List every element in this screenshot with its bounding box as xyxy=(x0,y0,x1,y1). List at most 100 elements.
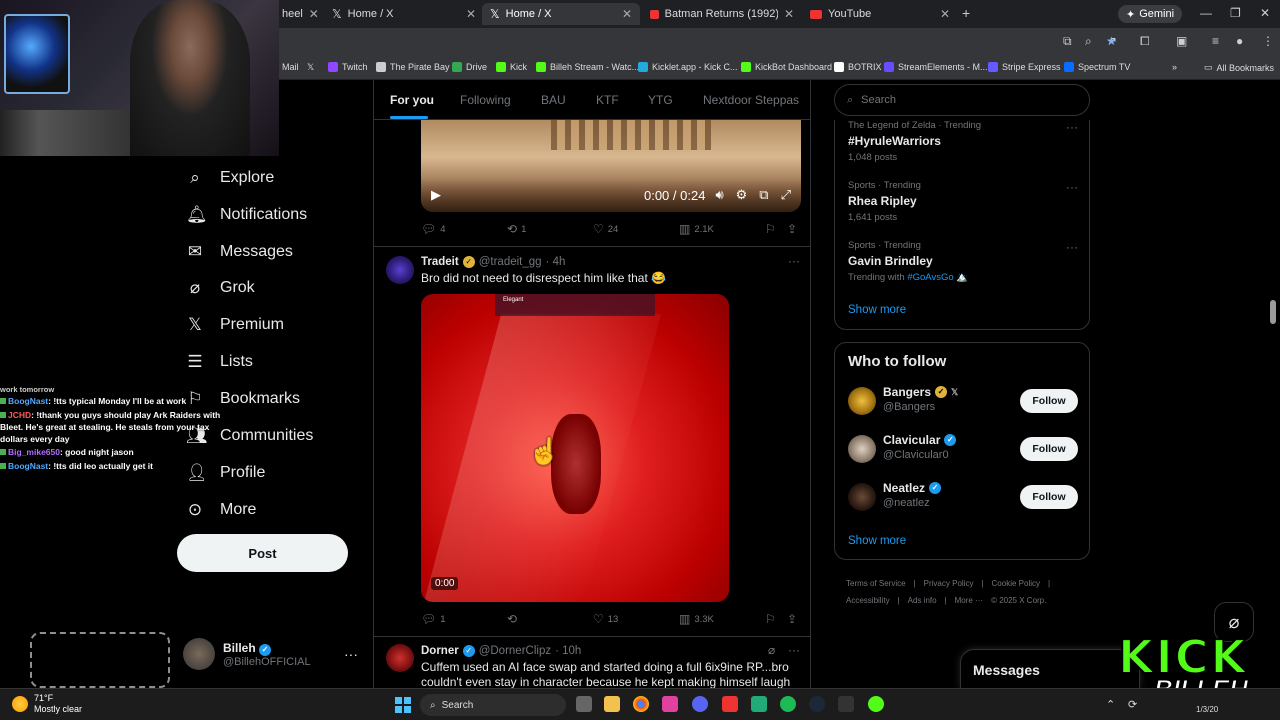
taskbar-search[interactable]: ⌕ Search xyxy=(420,694,566,716)
media-icon[interactable]: ≡ xyxy=(1212,34,1219,48)
trend-item[interactable]: Sports · Trending Gavin Brindley Trendin… xyxy=(848,240,1078,283)
sidepanel-icon[interactable]: ▣ xyxy=(1176,34,1187,48)
trend-item[interactable]: The Legend of Zelda · Trending #HyruleWa… xyxy=(848,120,1078,163)
browser-tab[interactable]: YouTube ✕ xyxy=(802,3,958,25)
close-icon[interactable]: ✕ xyxy=(466,7,476,21)
close-icon[interactable]: ✕ xyxy=(940,7,950,21)
bookmark-item[interactable]: KickBot Dashboard xyxy=(741,62,832,72)
browser-tab[interactable]: heel ✕ xyxy=(274,3,322,25)
bookmarks-overflow-icon[interactable]: » xyxy=(1172,62,1177,72)
reply-button[interactable]: 💬︎ 1 xyxy=(421,612,446,626)
messages-drawer[interactable]: Messages xyxy=(960,649,1140,689)
steam-icon[interactable] xyxy=(809,696,825,712)
minimize-icon[interactable]: — xyxy=(1200,6,1212,20)
more-icon[interactable]: ··· xyxy=(788,254,800,268)
star-icon[interactable]: ★ xyxy=(1106,34,1117,48)
nav-messages[interactable]: ✉ Messages xyxy=(186,242,293,262)
file-explorer-icon[interactable] xyxy=(604,696,620,712)
bookmark-item[interactable]: Mail xyxy=(282,62,299,72)
weather-widget[interactable]: 71°F Mostly clear xyxy=(12,693,82,715)
play-icon[interactable]: ▶ xyxy=(431,187,441,203)
restore-icon[interactable]: ❐ xyxy=(1230,6,1241,20)
show-more-link[interactable]: Show more xyxy=(848,535,906,547)
epic-games-icon[interactable] xyxy=(838,696,854,712)
nav-lists[interactable]: ☰ Lists xyxy=(186,352,253,372)
xbox-icon[interactable] xyxy=(868,696,884,712)
cast-icon[interactable]: ⧉ xyxy=(1063,34,1072,49)
more-icon[interactable]: ··· xyxy=(1066,120,1078,134)
more-icon[interactable]: ··· xyxy=(1066,240,1078,254)
bookmark-item[interactable]: Kicklet.app - Kick C... xyxy=(638,62,738,72)
follow-suggestion[interactable]: Bangers ✓ 𝕏 @Bangers Follow xyxy=(848,385,1078,419)
fullscreen-icon[interactable]: ⤢ xyxy=(781,187,791,203)
nav-premium[interactable]: 𝕏 Premium xyxy=(186,315,284,335)
close-icon[interactable]: ✕ xyxy=(784,7,794,21)
clock[interactable]: 1/3/20 xyxy=(1196,705,1218,714)
avatar[interactable] xyxy=(386,644,414,672)
search-input[interactable]: ⌕ Search xyxy=(834,84,1090,116)
video-player[interactable]: ▶ 0:00 / 0:24 🔊︎ ⚙ ⧉ ⤢ xyxy=(421,120,801,212)
bookmark-item[interactable]: Stripe Express xyxy=(988,62,1061,72)
browser-tab[interactable]: Batman Returns (1992) Trailer # ✕ xyxy=(642,3,802,25)
share-button[interactable]: ⇪ xyxy=(787,612,797,626)
taskview-icon[interactable] xyxy=(576,696,592,712)
network-icon[interactable]: ⟳ xyxy=(1128,698,1137,711)
settings-icon[interactable]: ⚙ xyxy=(736,187,748,203)
discord-icon[interactable] xyxy=(692,696,708,712)
like-button[interactable]: ♡ 24 xyxy=(593,222,618,236)
new-tab-icon[interactable]: + xyxy=(962,5,970,21)
repost-button[interactable]: ⟲ 1 xyxy=(507,222,526,236)
volume-icon[interactable]: 🔊︎ xyxy=(715,187,723,203)
tray-overflow-icon[interactable]: ⌃ xyxy=(1106,698,1115,711)
extensions-icon[interactable]: ⧠ xyxy=(1140,34,1150,49)
bookmark-button[interactable]: ⚐ xyxy=(765,612,776,626)
post-button[interactable]: Post xyxy=(177,534,348,572)
reply-button[interactable]: 💬︎ 4 xyxy=(421,222,446,236)
video-player[interactable]: Elegant 0:00 xyxy=(421,294,729,602)
chrome-icon[interactable] xyxy=(633,696,649,712)
close-window-icon[interactable]: ✕ xyxy=(1260,6,1270,20)
app-icon[interactable] xyxy=(662,696,678,712)
bookmark-item[interactable]: The Pirate Bay xyxy=(376,62,450,72)
app-icon[interactable] xyxy=(751,696,767,712)
follow-suggestion[interactable]: Neatlez ✓ @neatlez Follow xyxy=(848,481,1078,515)
follow-button[interactable]: Follow xyxy=(1020,389,1078,413)
bookmark-item[interactable]: Kick xyxy=(496,62,527,72)
trend-item[interactable]: Sports · Trending Rhea Ripley 1,641 post… xyxy=(848,180,1078,223)
nav-explore[interactable]: ⌕ Explore xyxy=(186,168,274,188)
tab-nextdoor-steppas[interactable]: Nextdoor Steppas xyxy=(703,93,799,107)
avatar[interactable] xyxy=(386,256,414,284)
tab-bau[interactable]: BAU xyxy=(541,93,566,107)
bookmark-item[interactable]: Twitch xyxy=(328,62,368,72)
nav-more[interactable]: ⊙ More xyxy=(186,500,257,520)
more-icon[interactable]: ··· xyxy=(788,643,800,657)
app-icon[interactable] xyxy=(722,696,738,712)
tab-for-you[interactable]: For you xyxy=(390,93,434,107)
close-icon[interactable]: ✕ xyxy=(309,7,319,21)
tab-following[interactable]: Following xyxy=(460,93,511,107)
more-icon[interactable]: ··· xyxy=(344,646,358,662)
like-button[interactable]: ♡ 13 xyxy=(593,612,618,626)
repost-button[interactable]: ⟲ xyxy=(507,612,521,626)
show-more-link[interactable]: Show more xyxy=(848,304,906,316)
follow-suggestion[interactable]: Clavicular ✓ @Clavicular0 Follow xyxy=(848,433,1078,467)
more-icon[interactable]: ··· xyxy=(1066,180,1078,194)
share-button[interactable]: ⇪ xyxy=(787,222,797,236)
close-icon[interactable]: ✕ xyxy=(622,7,632,21)
nav-grok[interactable]: ⌀ Grok xyxy=(186,278,255,298)
bookmark-item[interactable]: Spectrum TV xyxy=(1064,62,1130,72)
follow-button[interactable]: Follow xyxy=(1020,437,1078,461)
bookmark-item[interactable]: Drive xyxy=(452,62,487,72)
menu-icon[interactable]: ⋮ xyxy=(1262,34,1274,48)
start-button[interactable] xyxy=(395,697,411,713)
page-scrollbar[interactable] xyxy=(1270,300,1276,324)
bookmark-item[interactable]: Billeh Stream - Watc... xyxy=(536,62,639,72)
profile-icon[interactable]: ● xyxy=(1236,34,1243,48)
zoom-icon[interactable]: ⌕ xyxy=(1085,34,1092,49)
all-bookmarks[interactable]: ▭ All Bookmarks xyxy=(1204,62,1274,73)
gemini-button[interactable]: ✦ Gemini xyxy=(1118,5,1183,23)
views-button[interactable]: ▥ 3.3K xyxy=(679,612,714,626)
bookmark-item[interactable]: StreamElements - M... xyxy=(884,62,988,72)
nav-notifications[interactable]: 🔔︎ Notifications xyxy=(186,205,307,225)
pip-icon[interactable]: ⧉ xyxy=(759,187,768,203)
